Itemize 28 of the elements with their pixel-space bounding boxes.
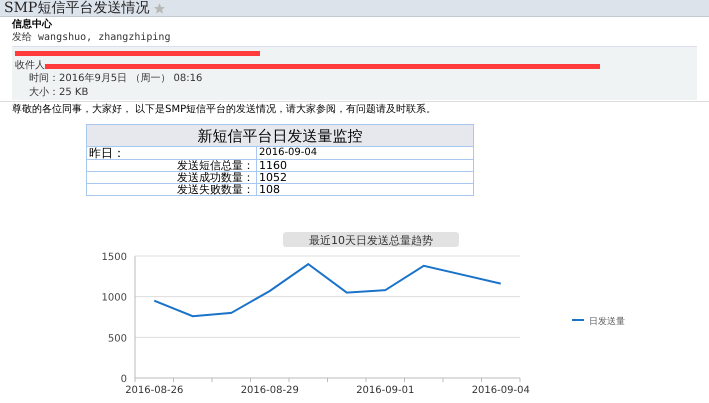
mail-size: 大小：25 KB — [28, 87, 90, 100]
table-cell: 108 — [256, 184, 474, 196]
report-title: 新短信平台日发送量监控 — [86, 124, 474, 146]
table-cell: 发送失败数量： — [86, 184, 256, 196]
x-tick-label: 2016-08-29 — [240, 385, 299, 394]
table-cell: 2016-09-04 — [256, 146, 474, 160]
sender-name: 信息中心 — [12, 18, 53, 31]
greeting-text: 尊敬的各位同事，大家好， 以下是SMP短信平台的发送情况，请大家参阅，有问题请及时联系。 — [11, 103, 438, 116]
y-tick-label: 0 — [120, 374, 127, 385]
x-tick-label: 2016-08-26 — [125, 385, 184, 394]
mail-subject: SMP短信平台发送情况 — [4, 1, 150, 15]
table-cell: 昨日： — [86, 146, 256, 160]
y-tick-label: 1500 — [102, 252, 127, 263]
table-cell: 发送短信总量： — [86, 160, 256, 172]
recipients-line: 发给 wangshuo, zhangzhiping — [12, 31, 172, 44]
table-cell: 发送成功数量： — [86, 172, 256, 184]
star-icon[interactable] — [153, 2, 166, 14]
table-cell: 1052 — [256, 172, 474, 184]
legend-label: 日发送量 — [589, 317, 625, 327]
sent-time: 时间：2016年9月5日 （周一） 08:16 — [28, 73, 204, 86]
table-cell: 1160 — [256, 160, 474, 172]
chart-title: 最近10天日发送总量趋势 — [283, 232, 459, 247]
recipient-label: 收件人 — [15, 60, 45, 72]
y-tick-label: 500 — [108, 333, 127, 344]
x-tick-label: 2016-09-04 — [472, 385, 530, 394]
x-tick-label: 2016-09-01 — [356, 385, 414, 394]
y-tick-label: 1000 — [102, 292, 127, 304]
chart-title: 最近10天日发送总量趋势 — [309, 234, 433, 247]
